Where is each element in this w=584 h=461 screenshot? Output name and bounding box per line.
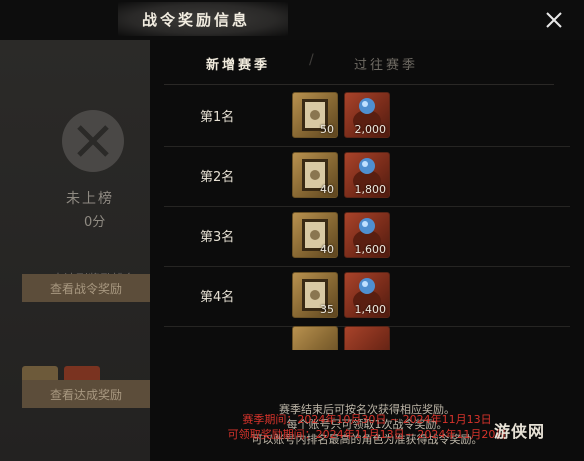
header-bar: 战令奖励信息	[0, 0, 584, 40]
reward-book-icon[interactable]: 50	[292, 92, 338, 138]
tab-bar: 新增赛季 / 过往赛季	[150, 40, 584, 84]
gem-bag-icon[interactable]: 1,600	[344, 212, 390, 258]
page-title: 战令奖励信息	[142, 11, 251, 29]
tab-past-season[interactable]: 过往赛季	[354, 54, 418, 73]
rank-row	[164, 326, 570, 350]
view-achievement-reward-button[interactable]: 查看达成奖励	[22, 380, 150, 408]
reward-info-modal: 新增赛季 / 过往赛季 第1名 50 2,000 第2名 40 1,800 第3…	[150, 40, 584, 461]
rank-label: 第2名	[200, 170, 235, 185]
background-panel: 未上榜 0分 未达到奖励排名 查看战令奖励 10 30 查看达成奖励	[0, 40, 150, 461]
rank-row: 第4名 35 1,400	[164, 266, 570, 327]
reward-book-icon[interactable]: 40	[292, 152, 338, 198]
reward-book-icon[interactable]: 40	[292, 212, 338, 258]
rank-label: 第1名	[200, 110, 235, 125]
score-value: 0分	[84, 215, 106, 230]
tab-new-season[interactable]: 新增赛季	[206, 54, 270, 73]
crossed-swords-icon	[62, 110, 124, 172]
rank-status: 未上榜	[66, 191, 114, 207]
rank-row: 第2名 40 1,800	[164, 146, 570, 207]
reward-book-icon[interactable]: 35	[292, 272, 338, 318]
rank-label: 第4名	[200, 290, 235, 305]
rank-row: 第3名 40 1,600	[164, 206, 570, 267]
view-battle-reward-button[interactable]: 查看战令奖励	[22, 274, 150, 302]
reward-book-icon	[292, 326, 338, 350]
gem-bag-icon[interactable]: 1,800	[344, 152, 390, 198]
rank-row: 第1名 50 2,000	[164, 86, 570, 147]
close-icon[interactable]	[540, 6, 568, 34]
watermark: 游侠网	[494, 422, 546, 441]
rank-label: 第3名	[200, 230, 235, 245]
gem-bag-icon	[344, 326, 390, 350]
tab-separator: /	[309, 52, 314, 68]
gem-bag-icon[interactable]: 2,000	[344, 92, 390, 138]
tab-divider	[164, 84, 554, 85]
gem-bag-icon[interactable]: 1,400	[344, 272, 390, 318]
